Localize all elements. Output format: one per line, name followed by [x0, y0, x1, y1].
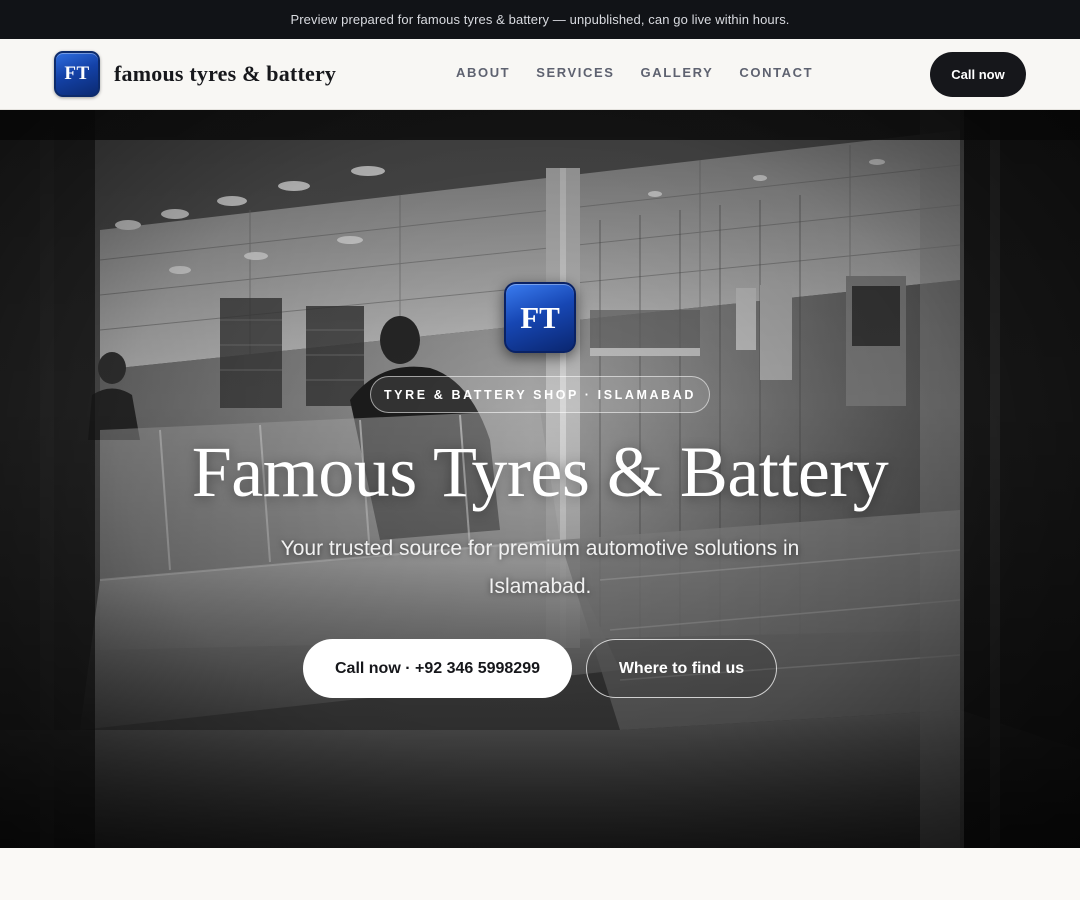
preview-banner: Preview prepared for famous tyres & batt… [0, 0, 1080, 39]
hero-call-button[interactable]: Call now · +92 346 5998299 [303, 639, 572, 698]
hero-logo: FT [504, 282, 576, 353]
hero-actions: Call now · +92 346 5998299 Where to find… [303, 639, 777, 698]
main-nav: ABOUT SERVICES GALLERY CONTACT [456, 65, 839, 80]
nav-gallery[interactable]: GALLERY [641, 65, 714, 80]
nav-about[interactable]: ABOUT [456, 65, 510, 80]
site-header: FT famous tyres & battery ABOUT SERVICES… [0, 39, 1080, 110]
hero-logo-text: FT [520, 299, 560, 335]
nav-services[interactable]: SERVICES [536, 65, 614, 80]
hero-subtitle: Your trusted source for premium automoti… [280, 537, 800, 598]
nav-contact[interactable]: CONTACT [739, 65, 813, 80]
header-call-button[interactable]: Call now [930, 52, 1026, 97]
hero-section: FT TYRE & BATTERY SHOP · ISLAMABAD Famou… [0, 110, 1080, 848]
hero-find-us-button[interactable]: Where to find us [586, 639, 777, 698]
preview-banner-text: Preview prepared for famous tyres & batt… [290, 12, 790, 27]
hero-title: Famous Tyres & Battery [191, 432, 889, 512]
brand-name: famous tyres & battery [114, 61, 337, 86]
brand[interactable]: FT famous tyres & battery [54, 51, 336, 97]
next-section [0, 848, 1080, 900]
brand-logo-text: FT [64, 63, 90, 84]
brand-logo: FT [54, 51, 100, 97]
hero-eyebrow-badge: TYRE & BATTERY SHOP · ISLAMABAD [370, 376, 710, 413]
